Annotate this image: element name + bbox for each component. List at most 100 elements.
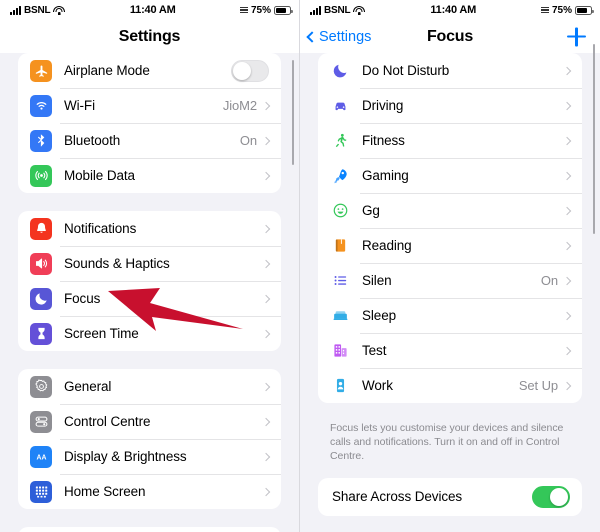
settings-row-label: Display & Brightness [64, 449, 187, 464]
right-nav-bar: Settings Focus [300, 20, 600, 53]
focus-row-do-not-disturb[interactable]: Do Not Disturb [318, 53, 582, 88]
settings-row-label: General [64, 379, 112, 394]
focus-row-label: Do Not Disturb [362, 63, 450, 78]
focus-row-label: Driving [362, 98, 404, 113]
focus-description: Focus lets you customise your devices an… [330, 422, 564, 463]
share-across-devices-row[interactable]: Share Across Devices [318, 478, 582, 516]
share-group: Share Across Devices [318, 477, 582, 516]
focus-row-test[interactable]: Test [318, 333, 582, 368]
focus-row-value: Set Up [518, 378, 558, 393]
focus-row-value: On [540, 273, 558, 288]
settings-group-partial [18, 527, 281, 532]
focus-row-label: Reading [362, 238, 412, 253]
settings-row-label: Bluetooth [64, 133, 121, 148]
focus-list[interactable]: Do Not Disturb Driving Fitness Gaming Gg Read… [300, 53, 600, 532]
status-bar-right-cluster: 75% [239, 5, 293, 16]
chevron-right-icon [261, 329, 271, 338]
toggle-knob [233, 61, 251, 80]
settings-group-alerts: Notifications Sounds & Haptics Focus Screen… [18, 211, 281, 351]
focus-row-gaming[interactable]: Gaming [318, 158, 582, 193]
chevron-right-icon [261, 487, 271, 496]
settings-row-partial[interactable] [18, 527, 281, 532]
settings-row-sounds-haptics[interactable]: Sounds & Haptics [18, 246, 281, 281]
bluetooth-icon [30, 129, 52, 152]
focus-row-gg[interactable]: Gg [318, 193, 582, 228]
chevron-right-icon [562, 241, 572, 250]
back-button[interactable]: Settings [306, 29, 371, 45]
focus-row-silen[interactable]: Silen On [318, 263, 582, 298]
svg-text:AA: AA [36, 454, 46, 461]
chevron-right-icon [261, 382, 271, 391]
bell-icon [36, 222, 46, 233]
aa-icon: AA [30, 445, 52, 468]
settings-row-notifications[interactable]: Notifications [18, 211, 281, 246]
airplane-mode-toggle[interactable] [231, 59, 269, 82]
battery-icon [274, 5, 293, 15]
bed-icon [330, 306, 350, 326]
wifi-icon [30, 94, 52, 117]
settings-row-control-centre[interactable]: Control Centre [18, 404, 281, 439]
list-icon [334, 275, 346, 286]
share-across-devices-toggle[interactable] [532, 485, 570, 508]
list-icon [330, 271, 350, 291]
settings-row-airplane-mode[interactable]: Airplane Mode [18, 53, 281, 88]
settings-row-label: Notifications [64, 221, 137, 236]
settings-row-general[interactable]: General [18, 369, 281, 404]
right-scrollbar[interactable] [592, 44, 595, 234]
chevron-right-icon [562, 206, 572, 215]
cellular-signal-icon [10, 5, 21, 15]
dual-iphone-screenshot: BSNL 11:40 AM 75% Settings Airplane Mode… [0, 0, 600, 532]
aa-icon: AA [36, 454, 46, 461]
bed-icon [333, 311, 347, 320]
settings-row-screen-time[interactable]: Screen Time [18, 316, 281, 351]
focus-row-label: Gaming [362, 168, 409, 183]
right-focus-screen: BSNL 11:40 AM 75% Settings Focus Do Not … [300, 0, 600, 532]
running-icon [335, 133, 346, 148]
book-icon [330, 236, 350, 256]
rocket-icon [330, 166, 350, 186]
airplane-icon [35, 65, 47, 77]
settings-row-value: On [239, 133, 257, 148]
settings-list[interactable]: Airplane Mode Wi-Fi JioM2 Bluetooth On Mobile… [0, 53, 299, 532]
settings-group-system: General Control Centre AA Display & Brightn… [18, 369, 281, 509]
clock-label: 11:40 AM [129, 4, 176, 16]
settings-row-label: Sounds & Haptics [64, 256, 170, 271]
chevron-right-icon [261, 294, 271, 303]
focus-row-work[interactable]: Work Set Up [318, 368, 582, 403]
toggle-knob [550, 487, 568, 506]
focus-row-driving[interactable]: Driving [318, 88, 582, 123]
focus-row-label: Sleep [362, 308, 397, 323]
focus-row-sleep[interactable]: Sleep [318, 298, 582, 333]
smiley-icon [333, 203, 347, 218]
chevron-right-icon [562, 136, 572, 145]
chevron-right-icon [562, 276, 572, 285]
settings-row-display-brightness[interactable]: AA Display & Brightness [18, 439, 281, 474]
settings-row-home-screen[interactable]: Home Screen [18, 474, 281, 509]
status-bar-left-cluster: BSNL [10, 5, 66, 16]
add-focus-button[interactable] [567, 27, 586, 46]
settings-row-bluetooth[interactable]: Bluetooth On [18, 123, 281, 158]
hourglass-icon [30, 322, 52, 345]
moon-icon [30, 287, 52, 310]
car-icon [335, 102, 345, 111]
focus-row-reading[interactable]: Reading [318, 228, 582, 263]
battery-icon [575, 5, 594, 15]
chevron-right-icon [562, 311, 572, 320]
running-icon [330, 131, 350, 151]
status-bar-right-cluster-2: 75% [540, 5, 594, 16]
status-bar-left-cluster-2: BSNL [310, 5, 366, 16]
chevron-right-icon [562, 101, 572, 110]
chevron-left-icon [306, 30, 318, 43]
focus-row-fitness[interactable]: Fitness [318, 123, 582, 158]
left-scrollbar[interactable] [291, 60, 294, 165]
building-icon [333, 344, 347, 357]
chevron-right-icon [562, 381, 572, 390]
settings-row-wi-fi[interactable]: Wi-Fi JioM2 [18, 88, 281, 123]
settings-row-mobile-data[interactable]: Mobile Data [18, 158, 281, 193]
left-nav-bar: Settings [0, 20, 299, 53]
wifi-icon [53, 5, 66, 15]
smiley-icon [330, 201, 350, 221]
settings-row-focus[interactable]: Focus [18, 281, 281, 316]
sliders-icon [35, 416, 47, 427]
focus-row-label: Fitness [362, 133, 405, 148]
